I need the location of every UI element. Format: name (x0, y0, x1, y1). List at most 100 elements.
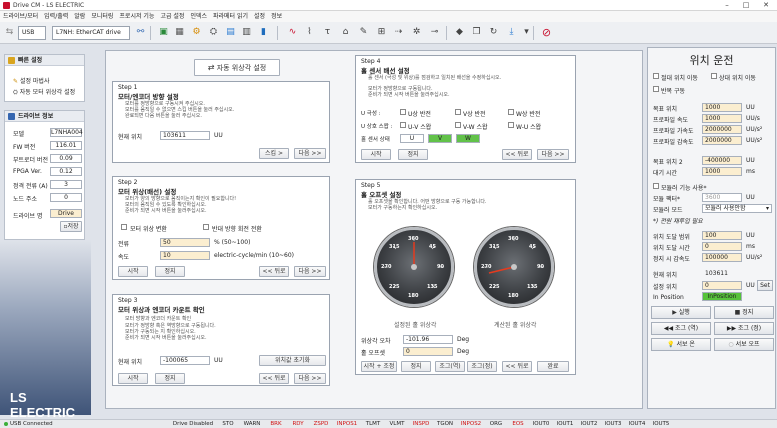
tool-icon[interactable]: ◆ (453, 26, 466, 39)
drive-name-input[interactable]: Drive (50, 209, 82, 218)
drive-select[interactable]: L7NH: EtherCAT drive (52, 26, 130, 40)
step2-back-button[interactable]: << 뒤로 (259, 266, 289, 277)
bar-chart-icon[interactable]: ▮ (257, 26, 270, 39)
step-icon[interactable]: ⊞ (375, 26, 388, 39)
wu-swap-checkbox[interactable] (508, 122, 514, 128)
copy-icon[interactable]: ❐ (470, 26, 483, 39)
maximize-button[interactable]: □ (737, 0, 755, 10)
absolute-move-checkbox[interactable] (653, 73, 659, 79)
monitor-icon[interactable]: ▣ (157, 26, 170, 39)
step1-next-button[interactable]: 다음 >> (294, 148, 326, 159)
profile-decel-input[interactable]: 2000000 (702, 136, 742, 145)
flow-icon[interactable]: ⊸ (428, 26, 441, 39)
connection-select[interactable]: USB (18, 26, 46, 40)
gear-icon[interactable]: ✲ (410, 26, 423, 39)
step5-done-button[interactable]: 완료 (537, 361, 569, 372)
phase-swap-checkbox[interactable] (121, 224, 127, 230)
v-invert-checkbox[interactable] (455, 109, 461, 115)
step3-back-button[interactable]: << 뒤로 (259, 373, 289, 384)
chart-icon[interactable]: ▥ (240, 26, 253, 39)
close-button[interactable]: ✕ (757, 0, 775, 10)
step4-stop-button[interactable]: 정지 (398, 149, 428, 160)
reset-position-button[interactable]: 위치값 초기화 (259, 355, 326, 366)
profile-speed-input[interactable]: 1000 (702, 114, 742, 123)
menu-item-io[interactable]: 입력/출력 (41, 11, 71, 22)
dwell-time-input[interactable]: 1000 (702, 167, 742, 176)
step3-stop-button[interactable]: 정지 (155, 373, 185, 384)
menu-item-index[interactable]: 인덱스 (187, 11, 210, 22)
set-pos-input[interactable]: 0 (702, 281, 742, 290)
stop-decel-input[interactable]: 100000 (702, 253, 742, 262)
menu-item-procedure[interactable]: 프로시저 기능 (116, 11, 157, 22)
grid-icon[interactable]: ▦ (173, 26, 186, 39)
set-pos-button[interactable]: Set (757, 280, 773, 291)
setup-wizard-item[interactable]: ✎ 설정 마법사 (13, 76, 49, 85)
auto-phase-item[interactable]: ⛭ 자동 모터 위상각 설정 (13, 87, 75, 97)
menu-item-alarm[interactable]: 알람 (71, 11, 88, 22)
step4-start-button[interactable]: 시작 (361, 149, 391, 160)
toolbar: ⇆ USB L7NH: EtherCAT drive ⚯ ▣ ▦ ⚙ ⛭ ▤ ▥… (0, 22, 777, 44)
wave-icon[interactable]: ∿ (286, 26, 299, 39)
profile-accel-input[interactable]: 2000000 (702, 125, 742, 134)
tau-icon[interactable]: τ (321, 26, 334, 39)
dropdown-icon[interactable]: ▾ (520, 26, 533, 39)
motor-icon[interactable]: ⛭ (207, 26, 220, 39)
download-icon[interactable]: ⤓ (505, 26, 518, 39)
step4-back-button[interactable]: << 뒤로 (502, 149, 532, 160)
modular-checkbox[interactable] (653, 183, 659, 189)
menu-item-settings[interactable]: 설정 (251, 11, 268, 22)
settings-icon[interactable]: ⚙ (190, 26, 203, 39)
inpos-range-input[interactable]: 100 (702, 231, 742, 240)
step2-stop-button[interactable]: 정지 (155, 266, 185, 277)
arrow-icon[interactable]: ⇢ (392, 26, 405, 39)
modular-mode-select[interactable]: 모듈러 사용안함 ▾ (702, 204, 772, 213)
minimize-button[interactable]: – (718, 0, 736, 10)
servo-on-button[interactable]: 💡 서보 온 (651, 338, 711, 351)
w-invert-checkbox[interactable] (508, 109, 514, 115)
step5-start-adjust-button[interactable]: 시작 + 조정 (361, 361, 397, 372)
current-input[interactable]: 50 (160, 238, 210, 247)
menu-item-param-read[interactable]: 파라메터 읽기 (210, 11, 251, 22)
jog-forward-button[interactable]: 조그(정) (467, 361, 497, 372)
step5-stop-button[interactable]: 정지 (401, 361, 431, 372)
step3-start-button[interactable]: 시작 (118, 373, 148, 384)
speed-input[interactable]: 10 (160, 251, 210, 260)
jog-forward-run-button[interactable]: ▶▶ 조그 (정) (714, 322, 774, 335)
servo-off-button[interactable]: ○ 서보 오프 (714, 338, 774, 351)
tune-icon[interactable]: ✎ (357, 26, 370, 39)
target-pos2-input[interactable]: -400000 (702, 156, 742, 165)
inpos-time-input[interactable]: 0 (702, 242, 742, 251)
link-icon[interactable]: ⚯ (134, 26, 147, 39)
stop-icon[interactable]: ⊘ (540, 26, 553, 39)
step2-next-button[interactable]: 다음 >> (294, 266, 326, 277)
step5-back-button[interactable]: << 뒤로 (502, 361, 532, 372)
modular-factor-input[interactable]: 3600 (702, 193, 742, 202)
step4-next-button[interactable]: 다음 >> (537, 149, 569, 160)
stop-button[interactable]: ■ 정지 (714, 306, 774, 319)
uv-swap-checkbox[interactable] (400, 122, 406, 128)
target-pos-input[interactable]: 1000 (702, 103, 742, 112)
jog-reverse-run-button[interactable]: ◀◀ 조그 (역) (651, 322, 711, 335)
io-icon[interactable]: ▤ (224, 26, 237, 39)
fpga-value: 0.12 (50, 167, 82, 176)
jog-reverse-button[interactable]: 조그(역) (435, 361, 465, 372)
hall-offset-input[interactable]: 0 (403, 347, 453, 356)
step1-skip-button[interactable]: 스킵 > (259, 148, 289, 159)
scope-icon[interactable]: ⌇ (303, 26, 316, 39)
reverse-rotation-checkbox[interactable] (203, 224, 209, 230)
menu-item-info[interactable]: 정보 (268, 11, 285, 22)
run-button[interactable]: ▶ 실행 (651, 306, 711, 319)
save-button[interactable]: ▫저장 (60, 221, 82, 232)
refresh-icon[interactable]: ↻ (487, 26, 500, 39)
u-invert-checkbox[interactable] (400, 109, 406, 115)
menu-item-monitoring[interactable]: 모니터링 (88, 11, 116, 22)
connect-icon[interactable]: ⇆ (3, 26, 16, 39)
step2-start-button[interactable]: 시작 (118, 266, 148, 277)
relative-move-checkbox[interactable] (711, 73, 717, 79)
vw-swap-checkbox[interactable] (455, 122, 461, 128)
home-icon[interactable]: ⌂ (339, 26, 352, 39)
menu-item-advanced[interactable]: 고급 설정 (157, 11, 187, 22)
step3-next-button[interactable]: 다음 >> (294, 373, 326, 384)
repeat-run-checkbox[interactable] (653, 86, 659, 92)
menu-item-drive[interactable]: 드라이브/모터 (0, 11, 41, 22)
